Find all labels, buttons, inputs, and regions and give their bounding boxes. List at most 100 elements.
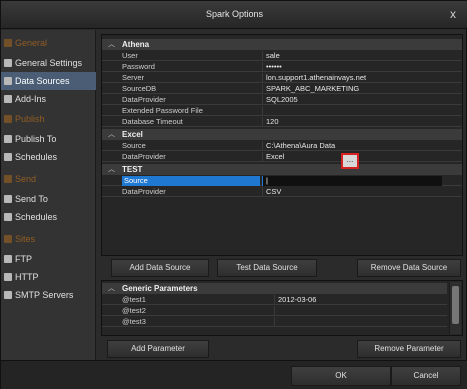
sidebar-item-publish-to[interactable]: Publish To (1, 130, 96, 148)
sidebar-item-general-settings[interactable]: General Settings (1, 54, 96, 72)
parameter-value[interactable]: 2012-03-06 (274, 295, 444, 305)
property-row[interactable]: Password •••••• (102, 62, 462, 72)
property-value[interactable] (262, 106, 442, 116)
property-value[interactable]: sale (262, 51, 442, 61)
parameter-row[interactable]: @test2 (102, 306, 447, 316)
remove-data-source-button[interactable]: Remove Data Source (357, 259, 461, 277)
property-value[interactable]: SQL2005 (262, 95, 442, 105)
source-input[interactable]: | (262, 176, 442, 186)
browse-source-button[interactable]: ... (341, 153, 359, 169)
property-name: DataProvider (122, 152, 166, 161)
sidebar-item-label: Sites (15, 234, 36, 244)
general-icon (4, 39, 12, 47)
property-row[interactable]: Database Timeout 120 (102, 117, 462, 127)
parameter-value[interactable] (274, 306, 444, 316)
property-value[interactable]: lon.support1.athenainvays.net (262, 73, 442, 83)
options-sidebar: General General Settings Data Sources Ad… (1, 30, 96, 360)
property-name: Source (122, 141, 146, 150)
property-name: User (122, 51, 138, 60)
test-data-source-button[interactable]: Test Data Source (217, 259, 317, 277)
sidebar-item-send-to[interactable]: Send To (1, 190, 96, 208)
send-to-icon (4, 195, 12, 203)
settings-icon (4, 59, 12, 67)
property-value[interactable]: •••••• (262, 62, 442, 72)
chevron-up-icon[interactable]: ︿ (108, 129, 115, 140)
close-button[interactable]: x (446, 7, 460, 21)
window-title: Spark Options (205, 9, 264, 19)
chevron-up-icon[interactable]: ︿ (108, 283, 115, 294)
sidebar-item-label: General (15, 38, 48, 48)
remove-parameter-button[interactable]: Remove Parameter (357, 340, 461, 358)
chevron-up-icon[interactable]: ︿ (108, 39, 115, 50)
database-icon (4, 77, 12, 85)
sidebar-item-smtp-servers[interactable]: SMTP Servers (1, 286, 96, 304)
plugin-icon (4, 95, 12, 103)
sidebar-item-label: Publish (15, 114, 45, 124)
property-value[interactable]: CSV (262, 187, 442, 197)
group-header-test[interactable]: ︿ TEST (102, 164, 462, 175)
data-source-property-grid: ︿ Athena User sale Password •••••• Server lo… (101, 34, 463, 256)
group-header-excel[interactable]: ︿ Excel (102, 129, 462, 140)
parameter-name: @test1 (122, 295, 146, 304)
property-row[interactable]: User sale (102, 51, 462, 61)
property-value[interactable]: C:\Athena\Aura Data (262, 141, 442, 151)
sites-icon (4, 235, 12, 243)
group-header-athena[interactable]: ︿ Athena (102, 39, 462, 50)
scrollbar-thumb[interactable] (452, 286, 459, 324)
sidebar-item-http[interactable]: HTTP (1, 268, 96, 286)
add-parameter-button[interactable]: Add Parameter (107, 340, 209, 358)
property-name: Database Timeout (122, 117, 183, 126)
send-icon (4, 175, 12, 183)
mail-server-icon (4, 291, 12, 299)
publish-to-icon (4, 135, 12, 143)
sidebar-section-sites: Sites (1, 230, 96, 248)
sidebar-item-label: Send To (15, 194, 48, 204)
sidebar-item-add-ins[interactable]: Add-Ins (1, 90, 96, 108)
sidebar-item-label: Add-Ins (15, 94, 47, 104)
publish-icon (4, 115, 12, 123)
add-data-source-button[interactable]: Add Data Source (111, 259, 209, 277)
property-name: Source (122, 176, 260, 186)
title-bar: Spark Options x (1, 1, 467, 29)
property-name: Server (122, 73, 145, 82)
sidebar-item-label: Schedules (15, 152, 58, 162)
property-row[interactable]: Extended Password File (102, 106, 462, 116)
parameter-name: @test3 (122, 317, 146, 326)
property-row[interactable]: DataProvider Excel (102, 152, 462, 162)
sidebar-item-data-sources[interactable]: Data Sources (1, 72, 96, 90)
calendar-icon (4, 153, 12, 161)
parameter-row[interactable]: @test3 (102, 317, 447, 327)
property-row[interactable]: Source C:\Athena\Aura Data (102, 141, 462, 151)
property-value[interactable]: 120 (262, 117, 442, 127)
property-value[interactable]: SPARK_ABC_MARKETING (262, 84, 442, 94)
parameters-scrollbar[interactable] (449, 282, 461, 334)
sidebar-item-label: Data Sources (15, 76, 70, 86)
property-name: SourceDB (122, 84, 157, 93)
sidebar-item-label: HTTP (15, 272, 39, 282)
chevron-up-icon[interactable]: ︿ (108, 164, 115, 175)
ok-button[interactable]: OK (291, 366, 391, 386)
property-name: Extended Password File (122, 106, 203, 115)
parameter-name: @test2 (122, 306, 146, 315)
sidebar-item-ftp[interactable]: FTP (1, 250, 96, 268)
parameters-property-grid: ︿ Generic Parameters @test1 2012-03-06 @te… (101, 280, 463, 336)
sidebar-item-send-schedules[interactable]: Schedules (1, 208, 96, 226)
group-title: Athena (122, 40, 150, 49)
property-row[interactable]: Server lon.support1.athenainvays.net (102, 73, 462, 83)
group-header-generic-parameters[interactable]: ︿ Generic Parameters (102, 283, 447, 294)
property-row[interactable]: DataProvider SQL2005 (102, 95, 462, 105)
parameter-row[interactable]: @test1 2012-03-06 (102, 295, 447, 305)
sidebar-item-label: SMTP Servers (15, 290, 74, 300)
property-row[interactable]: SourceDB SPARK_ABC_MARKETING (102, 84, 462, 94)
group-title: Excel (122, 130, 143, 139)
sidebar-item-publish-schedules[interactable]: Schedules (1, 148, 96, 166)
calendar-icon (4, 213, 12, 221)
cancel-button[interactable]: Cancel (391, 366, 461, 386)
sidebar-item-label: General Settings (15, 58, 83, 68)
property-name: DataProvider (122, 95, 166, 104)
property-row-selected[interactable]: Source | (102, 176, 462, 186)
property-row[interactable]: DataProvider CSV (102, 187, 462, 197)
parameter-value[interactable] (274, 317, 444, 327)
sidebar-section-general: General (1, 34, 96, 52)
sidebar-item-label: FTP (15, 254, 32, 264)
